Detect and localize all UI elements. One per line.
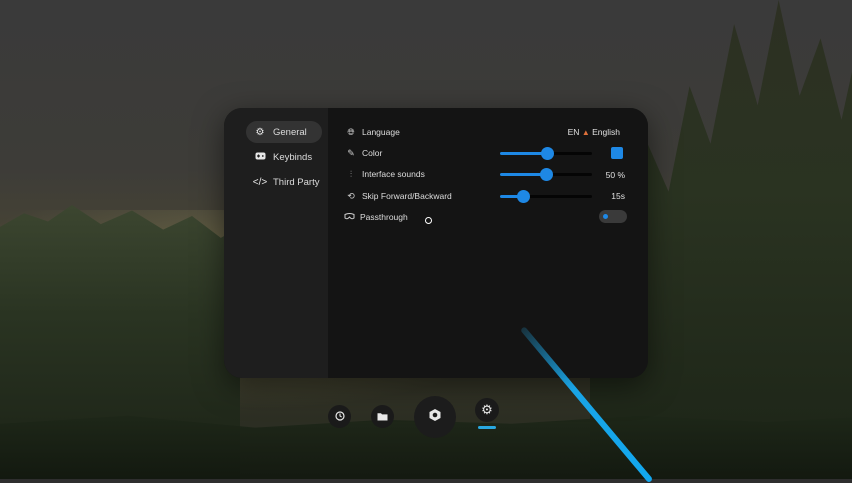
slider-knob[interactable]	[517, 190, 530, 203]
gamepad-icon	[251, 152, 269, 163]
language-label: Language	[362, 127, 400, 137]
skip-value: 15s	[611, 191, 625, 201]
hexagon-icon	[428, 408, 442, 427]
settings-sidebar: ⚙ General Keybinds </> Third Party	[224, 108, 328, 378]
dock-active-indicator	[478, 426, 496, 429]
pointer-cursor	[425, 217, 432, 224]
interface-sounds-slider[interactable]	[500, 168, 592, 181]
language-select[interactable]: EN ▲ English	[540, 127, 620, 137]
sidebar-item-third-party[interactable]: </> Third Party	[246, 171, 322, 193]
language-value: English	[592, 127, 620, 137]
sidebar-item-label: Keybinds	[273, 151, 313, 163]
interface-sounds-label: Interface sounds	[362, 169, 425, 179]
color-swatch[interactable]	[611, 147, 623, 159]
skip-icon: ⟲	[347, 190, 355, 201]
sidebar-item-general[interactable]: ⚙ General	[246, 121, 322, 143]
sidebar-item-label: General	[273, 126, 307, 138]
interface-sounds-row: ⫶ Interface sounds	[345, 165, 495, 183]
skip-label: Skip Forward/Backward	[362, 191, 452, 201]
skip-slider[interactable]	[500, 190, 592, 203]
waveform-icon: ⫶	[349, 168, 353, 179]
brush-icon: ✎	[347, 147, 355, 158]
headset-icon	[343, 212, 355, 222]
code-icon: </>	[252, 176, 268, 188]
clock-icon	[334, 408, 345, 426]
slider-knob[interactable]	[540, 168, 553, 181]
dock-files-button[interactable]	[371, 405, 394, 428]
flag-icon: ▲	[581, 128, 590, 137]
globe-icon: 🌐︎	[347, 126, 355, 137]
gear-icon: ⚙	[481, 402, 493, 417]
toggle-dot	[603, 214, 608, 219]
passthrough-row: Passthrough	[343, 208, 493, 226]
color-row: ✎ Color	[345, 144, 495, 162]
color-slider[interactable]	[500, 147, 592, 160]
color-label: Color	[362, 148, 383, 158]
dock-home-button[interactable]	[414, 396, 456, 438]
gear-icon: ⚙	[255, 126, 265, 138]
slider-knob[interactable]	[541, 147, 554, 160]
dock-settings-button[interactable]: ⚙	[475, 398, 499, 422]
sidebar-item-label: Third Party	[273, 176, 320, 188]
sidebar-item-keybinds[interactable]: Keybinds	[246, 146, 322, 168]
dock-recent-button[interactable]	[328, 405, 351, 428]
skip-row: ⟲ Skip Forward/Backward	[345, 187, 495, 205]
passthrough-toggle[interactable]	[599, 210, 627, 223]
interface-sounds-value: 50 %	[605, 170, 625, 180]
folder-icon	[377, 408, 388, 426]
passthrough-label: Passthrough	[360, 212, 408, 222]
slider-fill	[500, 152, 547, 155]
language-code: EN	[567, 127, 580, 137]
